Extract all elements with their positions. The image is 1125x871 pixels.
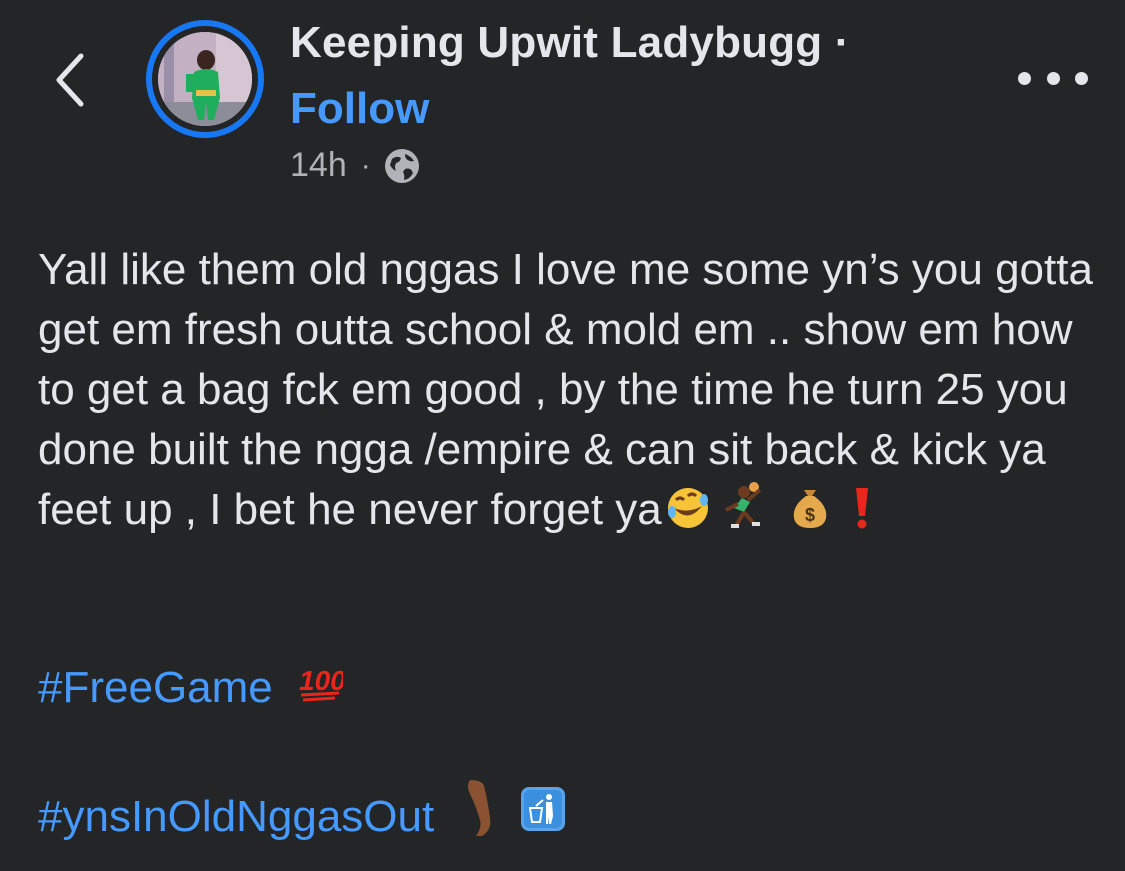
post-text: Yall like them old nggas I love me some …	[38, 240, 1098, 546]
hashtag-link[interactable]: #FreeGame	[38, 658, 273, 718]
svg-text:100: 100	[299, 665, 343, 696]
post-timestamp[interactable]: 14h	[290, 146, 347, 185]
globe-icon	[384, 148, 419, 183]
svg-text:$: $	[805, 505, 815, 525]
more-dot	[1075, 71, 1088, 85]
back-button[interactable]	[40, 40, 100, 120]
person-playing-handball-emoji	[714, 480, 774, 546]
author-avatar[interactable]	[146, 20, 264, 138]
post-text-content: Yall like them old nggas I love me some …	[38, 245, 1106, 534]
meta-separator: ·	[360, 148, 371, 182]
more-dot	[1046, 71, 1060, 85]
hundred-points-emoji: 100	[295, 658, 346, 718]
hashtag-row: #ynsInOldNggasOut	[38, 778, 566, 856]
money-bag-emoji: $	[788, 484, 832, 546]
rolling-on-floor-laughing-emoji	[666, 486, 710, 546]
hashtag-link[interactable]: #ynsInOldNggasOut	[38, 787, 434, 847]
post-meta: 14h ·	[290, 146, 421, 185]
follow-button[interactable]: Follow	[290, 84, 429, 134]
post-header: Keeping Upwit Ladybugg · Follow 14h ·	[0, 0, 1125, 200]
more-options-button[interactable]	[1018, 58, 1088, 98]
hashtag-row: #FreeGame 100	[38, 658, 346, 718]
red-exclamation-emoji	[850, 484, 874, 546]
more-dot	[1018, 71, 1031, 85]
author-name[interactable]: Keeping Upwit Ladybugg ·	[290, 18, 850, 68]
chevron-left-icon	[56, 53, 84, 107]
trash-symbol-emoji	[520, 786, 566, 848]
leg-emoji	[462, 778, 502, 856]
avatar-photo	[158, 32, 252, 126]
